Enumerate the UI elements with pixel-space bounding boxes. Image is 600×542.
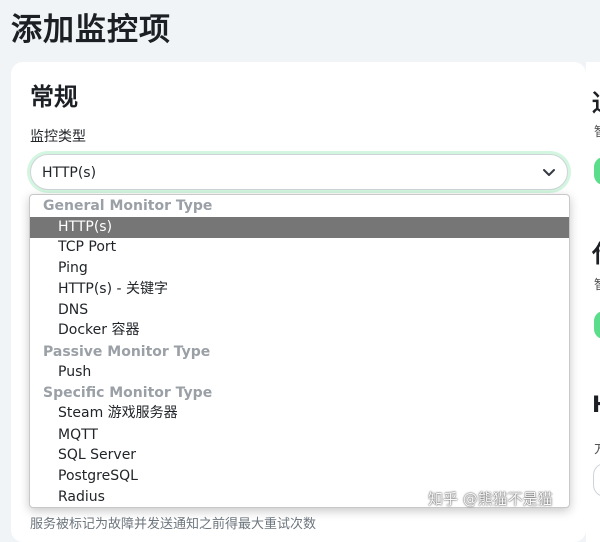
monitor-type-selected-value: HTTP(s) [42,165,97,181]
notification-text: 智 [594,121,600,140]
option-push[interactable]: Push [30,362,569,383]
section-title-general: 常规 [30,83,78,111]
proxy-toggle[interactable] [594,311,600,339]
option-http[interactable]: HTTP(s) [30,217,569,238]
option-tcp-port[interactable]: TCP Port [30,237,569,258]
group-label-passive: Passive Monitor Type [43,344,211,360]
watermark: 知乎 @熊猫不是猫 [428,490,553,508]
option-http-keyword[interactable]: HTTP(s) - 关键字 [30,279,569,300]
group-label-general: General Monitor Type [43,198,213,214]
retries-hint: 服务被标记为故障并发送通知之前得最大重试次数 [30,517,317,532]
option-dns[interactable]: DNS [30,300,569,321]
notification-toggle[interactable] [594,157,600,185]
option-docker[interactable]: Docker 容器 [30,320,569,341]
group-label-specific: Specific Monitor Type [43,385,213,401]
monitor-type-dropdown: General Monitor Type HTTP(s) TCP Port Pi… [29,194,570,508]
http-options-heading: H [592,393,600,418]
option-mqtt[interactable]: MQTT [30,425,569,446]
option-postgresql[interactable]: PostgreSQL [30,466,569,487]
proxy-text: 智 [594,274,600,293]
page-title: 添加监控项 [11,12,171,48]
option-steam[interactable]: Steam 游戏服务器 [30,403,569,424]
method-label: 方 [594,438,600,457]
monitor-type-label: 监控类型 [30,129,86,145]
option-sql-server[interactable]: SQL Server [30,445,569,466]
proxy-heading: 代 [592,234,600,269]
monitor-type-select[interactable]: HTTP(s) [30,154,568,190]
chevron-down-icon [543,169,555,176]
notification-heading: 通 [592,83,600,118]
option-ping[interactable]: Ping [30,258,569,279]
